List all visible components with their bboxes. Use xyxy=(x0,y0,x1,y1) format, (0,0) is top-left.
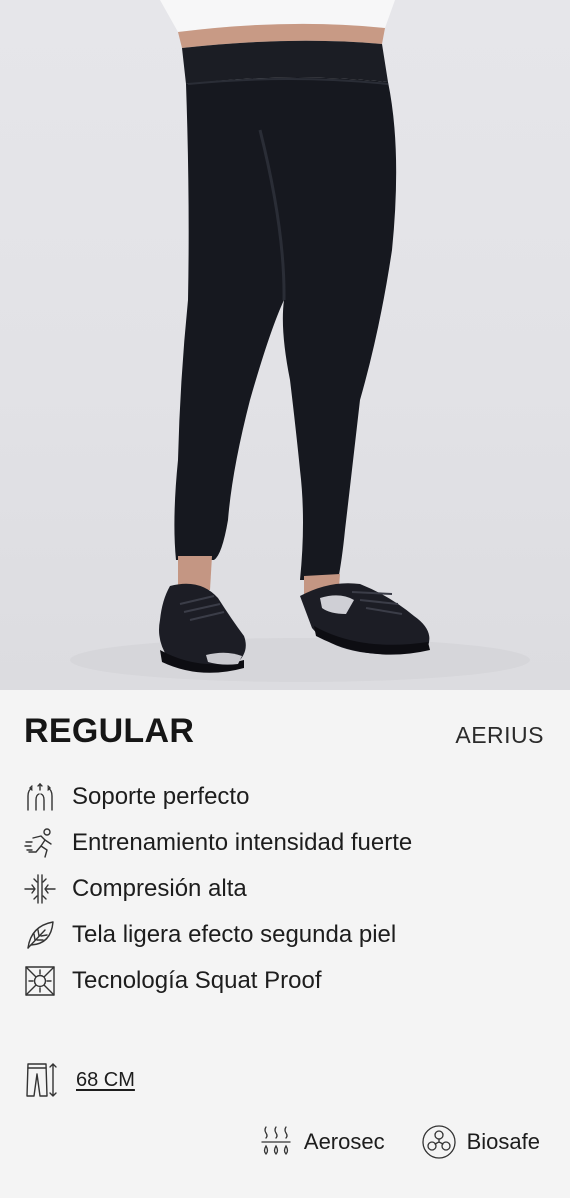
feature-item: Tela ligera efecto segunda piel xyxy=(22,912,552,958)
feature-item: Soporte perfecto xyxy=(22,774,552,820)
feature-label: Tela ligera efecto segunda piel xyxy=(72,921,397,948)
runner-icon xyxy=(22,825,58,861)
squat-proof-icon xyxy=(22,963,58,999)
legging-illustration xyxy=(70,0,530,682)
tech-badge-biosafe: Biosafe xyxy=(421,1124,540,1160)
tech-badge-aerosec: Aerosec xyxy=(258,1124,385,1160)
feature-label: Soporte perfecto xyxy=(72,783,250,810)
biosafe-label: Biosafe xyxy=(466,1129,540,1154)
feature-item: Tecnología Squat Proof xyxy=(22,958,552,1004)
fit-title: REGULAR xyxy=(24,712,195,750)
leaf-icon xyxy=(22,917,58,953)
feature-item: Entrenamiento intensidad fuerte xyxy=(22,820,552,866)
aerosec-label: Aerosec xyxy=(303,1129,385,1154)
technology-badges: Aerosec Biosafe xyxy=(222,1124,540,1160)
length-link[interactable]: 68 CM xyxy=(76,1069,135,1092)
feature-item: Compresión alta xyxy=(22,866,552,912)
product-image xyxy=(0,0,570,690)
feature-label: Tecnología Squat Proof xyxy=(72,967,322,994)
biosafe-icon xyxy=(421,1124,457,1160)
leggings-length-icon xyxy=(24,1060,58,1100)
length-info: 68 CM xyxy=(24,1060,135,1100)
feature-label: Compresión alta xyxy=(72,875,247,902)
feature-list: Soporte perfecto Entrenamiento intensida… xyxy=(22,774,552,1004)
brand-name: AERIUS xyxy=(455,722,544,748)
product-info-card: REGULAR AERIUS Soporte perfecto Entrenam… xyxy=(0,690,570,1198)
aerosec-icon xyxy=(258,1124,294,1160)
feature-label: Entrenamiento intensidad fuerte xyxy=(72,829,413,856)
compression-icon xyxy=(22,871,58,907)
support-icon xyxy=(22,779,58,815)
